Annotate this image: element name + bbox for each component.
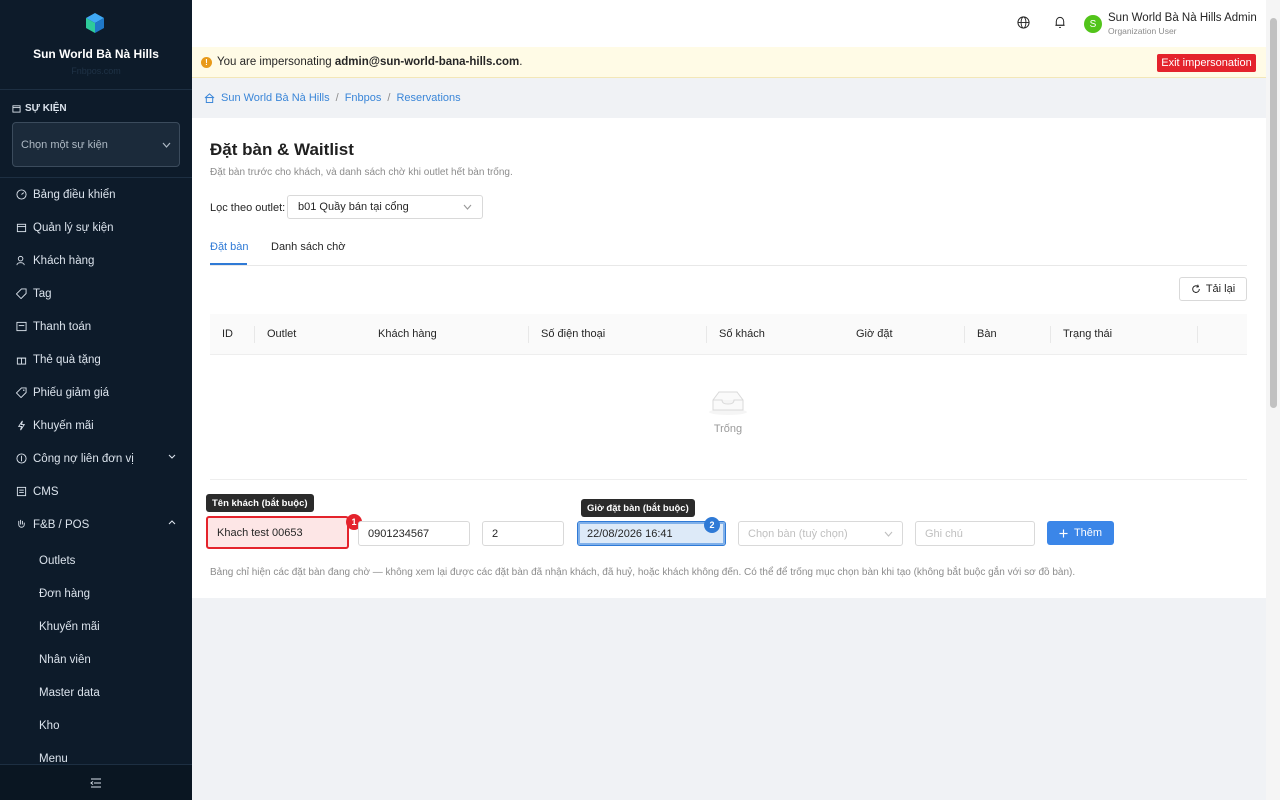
reload-icon (1192, 284, 1200, 293)
col-customer: Khách hàng (378, 328, 437, 340)
col-table: Bàn (977, 328, 997, 340)
col-outlet: Outlet (267, 328, 297, 340)
empty-text: Trống (713, 423, 743, 435)
breadcrumb-org[interactable]: Sun World Bà Nà Hills (221, 92, 330, 104)
tag-icon (15, 288, 27, 300)
sidebar-subitem-master-data[interactable]: Master data (0, 676, 192, 709)
user-role: Organization User (1108, 26, 1177, 36)
reload-button[interactable]: Tải lại (1179, 277, 1247, 301)
sidebar-subitem-outlets[interactable]: Outlets (0, 544, 192, 577)
sidebar-item-debt[interactable]: Công nợ liên đơn vị (0, 442, 192, 475)
breadcrumb: Sun World Bà Nà Hills / Fnbpos / Reserva… (192, 78, 1266, 118)
sidebar-subitem-promotions[interactable]: Khuyến mãi (0, 610, 192, 643)
sidebar-item-fnb-pos[interactable]: F&B / POS (0, 508, 192, 541)
breadcrumb-reservations[interactable]: Reservations (396, 92, 460, 104)
sidebar-item-tag[interactable]: Tag (0, 277, 192, 310)
sidebar-item-dashboard[interactable]: Bảng điều khiển (0, 178, 192, 211)
chevron-down-icon (884, 531, 893, 537)
sidebar-subitem-staff[interactable]: Nhân viên (0, 643, 192, 676)
exit-impersonation-button[interactable]: Exit impersonation (1157, 54, 1256, 72)
avatar[interactable]: S (1084, 15, 1102, 33)
org-name: Sun World Bà Nà Hills (33, 47, 159, 61)
col-phone: Số điện thoại (541, 328, 606, 340)
warning-icon: ! (201, 57, 212, 68)
chevron-up-icon (168, 520, 176, 525)
impersonation-text: You are impersonating admin@sun-world-ba… (217, 56, 523, 68)
sidebar-item-promotions[interactable]: Khuyến mãi (0, 409, 192, 442)
payment-icon (15, 321, 27, 333)
breadcrumb-fnbpos[interactable]: Fnbpos (345, 92, 382, 104)
users-icon (15, 255, 27, 267)
org-subtitle: Fnbpos.com (71, 66, 121, 76)
event-section-label: SỰ KIỆN (12, 103, 67, 114)
reservations-card: Đặt bàn & Waitlist Đặt bàn trước cho khá… (192, 118, 1266, 598)
menu-collapse-icon (90, 778, 101, 787)
dashboard-icon (15, 189, 27, 201)
tab-reservations[interactable]: Đặt bàn (210, 241, 249, 253)
collapse-sidebar-button[interactable] (0, 764, 192, 800)
table-header: ID Outlet Khách hàng Số điện thoại Số kh… (210, 314, 1247, 355)
tab-waitlist[interactable]: Danh sách chờ (271, 241, 345, 253)
page-title: Đặt bàn & Waitlist (210, 140, 354, 159)
sidebar-subitem-inventory[interactable]: Kho (0, 709, 192, 742)
empty-state: Trống (692, 388, 764, 435)
sidebar-item-cms[interactable]: CMS (0, 475, 192, 508)
page-subtitle: Đặt bàn trước cho khách, và danh sách ch… (210, 167, 513, 178)
chevron-down-icon (168, 454, 176, 459)
chevron-down-icon (162, 142, 171, 148)
sidebar: Sun World Bà Nà Hills Fnbpos.com SỰ KIỆN… (0, 0, 192, 800)
debt-icon (15, 453, 27, 465)
event-select-placeholder: Chọn một sự kiện (21, 138, 108, 151)
table-select[interactable]: Chọn bàn (tuỳ chọn) (738, 521, 903, 546)
plus-icon (1059, 528, 1068, 538)
sidebar-subitem-orders[interactable]: Đơn hàng (0, 577, 192, 610)
time-required-tooltip: Giờ đặt bàn (bắt buộc) (581, 499, 695, 517)
col-time: Giờ đặt (856, 328, 893, 340)
note-input[interactable]: Ghi chú (915, 521, 1035, 546)
empty-inbox-icon (709, 391, 747, 415)
sidebar-item-events[interactable]: Quản lý sự kiện (0, 211, 192, 244)
top-bar: S Sun World Bà Nà Hills Admin Organizati… (192, 0, 1266, 47)
divider (0, 89, 192, 90)
cms-icon (15, 486, 27, 498)
scrollbar-thumb[interactable] (1270, 18, 1277, 408)
chevron-down-icon (463, 204, 472, 210)
app-logo-icon (86, 13, 104, 33)
outlet-filter-label: Lọc theo outlet: (210, 202, 286, 214)
impersonated-email: admin@sun-world-bana-hills.com (334, 56, 520, 68)
sidebar-item-payment[interactable]: Thanh toán (0, 310, 192, 343)
focus-badge-2: 2 (704, 517, 720, 533)
bell-icon[interactable] (1054, 16, 1066, 29)
active-tab-indicator (210, 263, 247, 265)
calendar-icon (15, 222, 27, 234)
event-select[interactable]: Chọn một sự kiện (12, 122, 180, 167)
impersonation-banner: ! You are impersonating admin@sun-world-… (192, 47, 1266, 78)
name-required-tooltip: Tên khách (bắt buộc) (206, 494, 314, 512)
pos-icon (15, 519, 27, 531)
divider (210, 479, 1247, 480)
phone-input[interactable]: 0901234567 (358, 521, 470, 546)
table-select-placeholder: Chọn bàn (tuỳ chọn) (748, 527, 848, 540)
add-reservation-button[interactable]: Thêm (1047, 521, 1114, 545)
col-guests: Số khách (719, 328, 765, 340)
customer-name-input[interactable]: Khach test 00653 (206, 516, 349, 549)
reservation-tabs: Đặt bàn Danh sách chờ (210, 231, 1247, 266)
col-status: Trạng thái (1063, 328, 1113, 340)
promo-icon (15, 420, 27, 432)
guest-count-input[interactable]: 2 (482, 521, 564, 546)
sidebar-item-gift-cards[interactable]: Thẻ quà tặng (0, 343, 192, 376)
coupon-icon (15, 387, 27, 399)
sidebar-item-coupons[interactable]: Phiếu giảm giá (0, 376, 192, 409)
user-name[interactable]: Sun World Bà Nà Hills Admin (1108, 12, 1257, 24)
outlet-filter-value: b01 Quầy bán tại cổng (298, 201, 409, 213)
sidebar-item-customers[interactable]: Khách hàng (0, 244, 192, 277)
help-text: Bảng chỉ hiện các đặt bàn đang chờ — khô… (210, 567, 1076, 578)
home-icon (204, 93, 215, 103)
calendar-icon (12, 105, 21, 113)
col-id: ID (222, 328, 233, 340)
globe-icon[interactable] (1017, 16, 1030, 29)
outlet-filter-select[interactable]: b01 Quầy bán tại cổng (287, 195, 483, 219)
gift-icon (15, 354, 27, 366)
